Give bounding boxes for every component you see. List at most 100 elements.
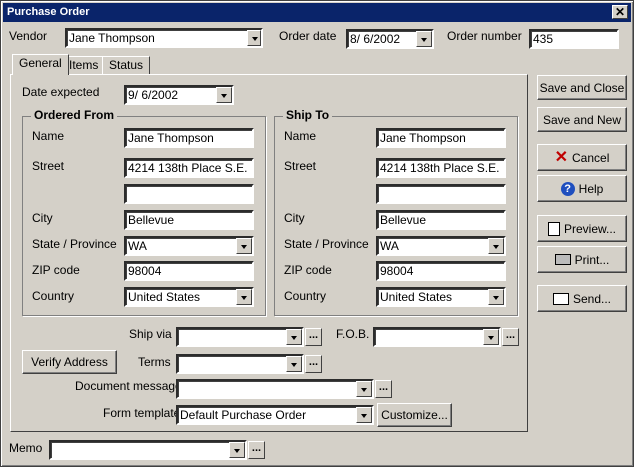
ship-via-dropdown-icon[interactable] [286,329,302,345]
st-country-dropdown-icon[interactable] [488,289,504,305]
title-bar: Purchase Order ✕ [3,3,631,22]
ship-via-ellipsis-button[interactable]: ... [305,328,322,346]
save-new-button[interactable]: Save and New [537,107,627,132]
memo-label: Memo [9,441,43,455]
doc-message-combo[interactable] [176,379,374,399]
cancel-label: Cancel [572,150,610,165]
fob-ellipsis-button[interactable]: ... [502,328,519,346]
verify-address-button[interactable]: Verify Address [22,350,117,374]
st-state-label: State / Province [284,237,369,251]
of-country-dropdown-icon[interactable] [236,289,252,305]
ship-via-label: Ship via [129,327,172,341]
customize-button[interactable]: Customize... [377,403,452,427]
of-street-label: Street [32,159,65,173]
purchase-order-window: Purchase Order ✕ Vendor Jane Thompson Or… [0,0,634,467]
date-expected-picker[interactable]: 9/ 6/2002 [124,85,234,105]
of-country-value: United States [128,290,201,304]
st-name-input[interactable]: Jane Thompson [376,128,506,148]
fob-combo[interactable] [373,327,501,347]
preview-label: Preview... [563,221,617,236]
order-date-picker[interactable]: 8/ 6/2002 [346,29,434,49]
help-label: Help [578,181,604,196]
memo-ellipsis-button[interactable]: ... [248,441,265,459]
help-icon: ? [560,181,575,196]
order-date-dropdown-icon[interactable] [416,31,432,47]
of-country-label: Country [32,289,75,303]
help-button[interactable]: ? Help [537,175,627,202]
print-label: Print... [574,252,610,267]
of-street2-input[interactable] [124,184,254,204]
st-state-dropdown-icon[interactable] [488,238,504,254]
save-close-button[interactable]: Save and Close [537,75,627,100]
terms-label: Terms [138,355,171,369]
fob-dropdown-icon[interactable] [483,329,499,345]
date-expected-label: Date expected [22,85,100,99]
date-expected-value: 9/ 6/2002 [128,88,179,102]
vendor-value: Jane Thompson [69,31,155,45]
st-country-combo[interactable]: United States [376,287,506,307]
doc-message-dropdown-icon[interactable] [356,381,372,397]
doc-message-ellipsis-button[interactable]: ... [375,380,392,398]
ship-to-title: Ship To [283,108,333,122]
of-street1-input[interactable]: 4214 138th Place S.E. [124,158,254,178]
st-state-value: WA [380,239,399,253]
st-country-value: United States [380,290,453,304]
preview-document-icon [547,221,560,236]
ordered-from-title: Ordered From [31,108,118,122]
order-number-label: Order number [447,29,522,43]
tab-general[interactable]: General [12,54,69,75]
st-street-label: Street [284,159,317,173]
tab-status[interactable]: Status [102,56,151,75]
memo-combo[interactable] [49,440,247,460]
terms-dropdown-icon[interactable] [286,356,302,372]
form-template-value: Default Purchase Order [180,408,307,422]
send-label: Send... [572,291,612,306]
doc-message-label: Document message [75,379,182,393]
st-state-combo[interactable]: WA [376,236,506,256]
terms-combo[interactable] [176,354,304,374]
of-zip-input[interactable]: 98004 [124,261,254,281]
cancel-x-icon: ✕ [554,148,569,166]
vendor-label: Vendor [9,29,48,43]
vendor-dropdown-icon[interactable] [247,30,261,46]
printer-icon [554,254,571,265]
of-zip-label: ZIP code [32,263,80,277]
vendor-combo[interactable]: Jane Thompson [65,28,263,48]
of-city-input[interactable]: Bellevue [124,210,254,230]
date-expected-dropdown-icon[interactable] [216,87,232,103]
close-button[interactable]: ✕ [612,5,628,19]
form-template-label: Form template [103,406,181,420]
preview-button[interactable]: Preview... [537,215,627,242]
send-button[interactable]: Send... [537,285,627,312]
form-template-combo[interactable]: Default Purchase Order [176,405,374,425]
terms-ellipsis-button[interactable]: ... [305,355,322,373]
order-number-value: 435 [533,32,554,46]
ship-via-combo[interactable] [176,327,304,347]
of-state-dropdown-icon[interactable] [236,238,252,254]
print-button[interactable]: Print... [537,246,627,273]
of-state-label: State / Province [32,237,117,251]
order-number-input[interactable]: 435 [529,29,619,49]
st-name-label: Name [284,129,317,143]
cancel-button[interactable]: ✕ Cancel [537,144,627,171]
memo-dropdown-icon[interactable] [229,442,245,458]
order-date-label: Order date [279,29,337,43]
st-zip-label: ZIP code [284,263,332,277]
of-name-label: Name [32,129,65,143]
send-envelope-icon [552,292,569,305]
of-country-combo[interactable]: United States [124,287,254,307]
st-zip-input[interactable]: 98004 [376,261,506,281]
st-country-label: Country [284,289,327,303]
st-street2-input[interactable] [376,184,506,204]
of-state-value: WA [128,239,147,253]
st-city-label: City [284,211,305,225]
order-date-value: 8/ 6/2002 [350,32,401,46]
window-title: Purchase Order [7,6,90,18]
of-state-combo[interactable]: WA [124,236,254,256]
of-city-label: City [32,211,53,225]
fob-label: F.O.B. [336,327,370,341]
form-template-dropdown-icon[interactable] [356,407,372,423]
of-name-input[interactable]: Jane Thompson [124,128,254,148]
st-street1-input[interactable]: 4214 138th Place S.E. [376,158,506,178]
st-city-input[interactable]: Bellevue [376,210,506,230]
